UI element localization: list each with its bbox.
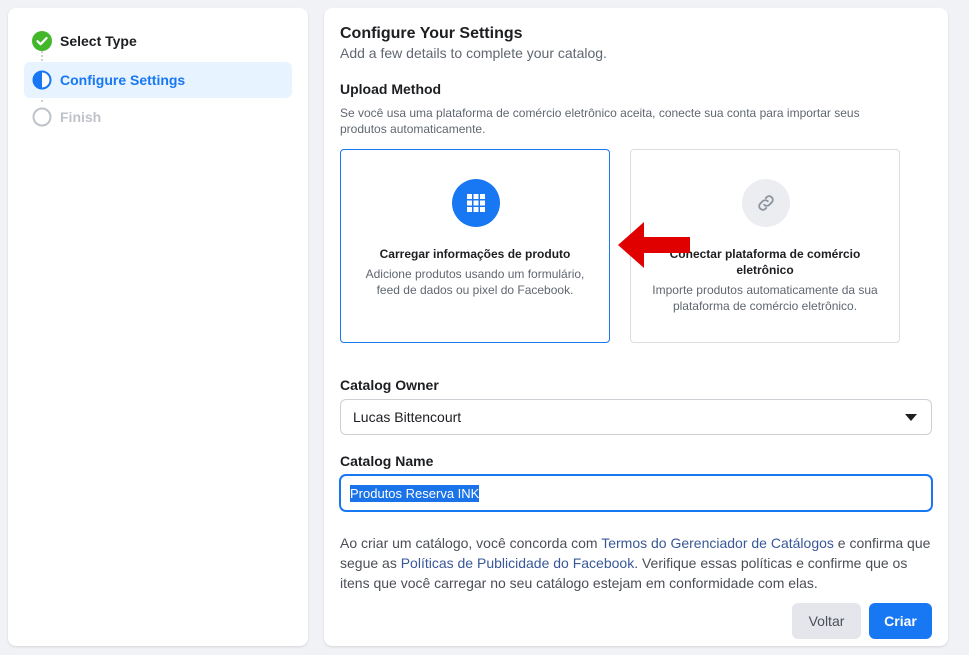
terms-notice: Ao criar um catálogo, você concorda com … xyxy=(340,533,936,593)
catalog-name-input[interactable]: Produtos Reserva INK xyxy=(340,475,932,511)
option-description: Importe produtos automaticamente da sua … xyxy=(652,283,878,313)
back-button[interactable]: Voltar xyxy=(792,603,861,639)
catalog-name-label: Catalog Name xyxy=(340,453,434,469)
caret-down-icon xyxy=(905,414,917,421)
red-arrow-annotation-icon xyxy=(618,222,690,268)
catalog-owner-label: Catalog Owner xyxy=(340,377,439,393)
check-circle-icon xyxy=(32,31,52,51)
grid-icon xyxy=(452,179,500,227)
upload-product-info-option[interactable]: Carregar informações de produto Adicione… xyxy=(340,149,610,343)
page-title: Configure Your Settings xyxy=(340,25,523,42)
steps-panel: Select Type Configure Settings Finish xyxy=(8,8,308,646)
empty-circle-icon xyxy=(32,107,52,127)
catalog-manager-terms-link[interactable]: Termos do Gerenciador de Catálogos xyxy=(601,535,834,551)
settings-panel: Configure Your Settings Add a few detail… xyxy=(324,8,948,646)
catalog-owner-value: Lucas Bittencourt xyxy=(353,409,462,425)
terms-text: Ao criar um catálogo, você concorda com xyxy=(340,535,602,551)
step-finish[interactable]: Finish xyxy=(24,99,292,135)
step-label: Select Type xyxy=(60,33,137,49)
upload-method-help: Se você usa uma plataforma de comércio e… xyxy=(340,106,860,136)
catalog-name-value: Produtos Reserva INK xyxy=(350,484,480,502)
create-button[interactable]: Criar xyxy=(869,603,932,639)
step-label: Configure Settings xyxy=(60,72,186,88)
half-circle-icon xyxy=(32,70,52,90)
page-subtitle: Add a few details to complete your catal… xyxy=(340,45,607,61)
link-icon xyxy=(742,179,790,227)
advertising-policies-link[interactable]: Políticas de Publicidade do Facebook xyxy=(401,555,634,571)
upload-method-label: Upload Method xyxy=(340,81,442,97)
catalog-owner-select[interactable]: Lucas Bittencourt xyxy=(340,399,932,435)
step-select-type[interactable]: Select Type xyxy=(24,23,292,59)
option-description: Adicione produtos usando um formulário, … xyxy=(365,267,585,297)
option-title: Carregar informações de produto xyxy=(379,247,571,261)
step-configure-settings[interactable]: Configure Settings xyxy=(24,62,292,98)
step-label: Finish xyxy=(60,109,102,125)
